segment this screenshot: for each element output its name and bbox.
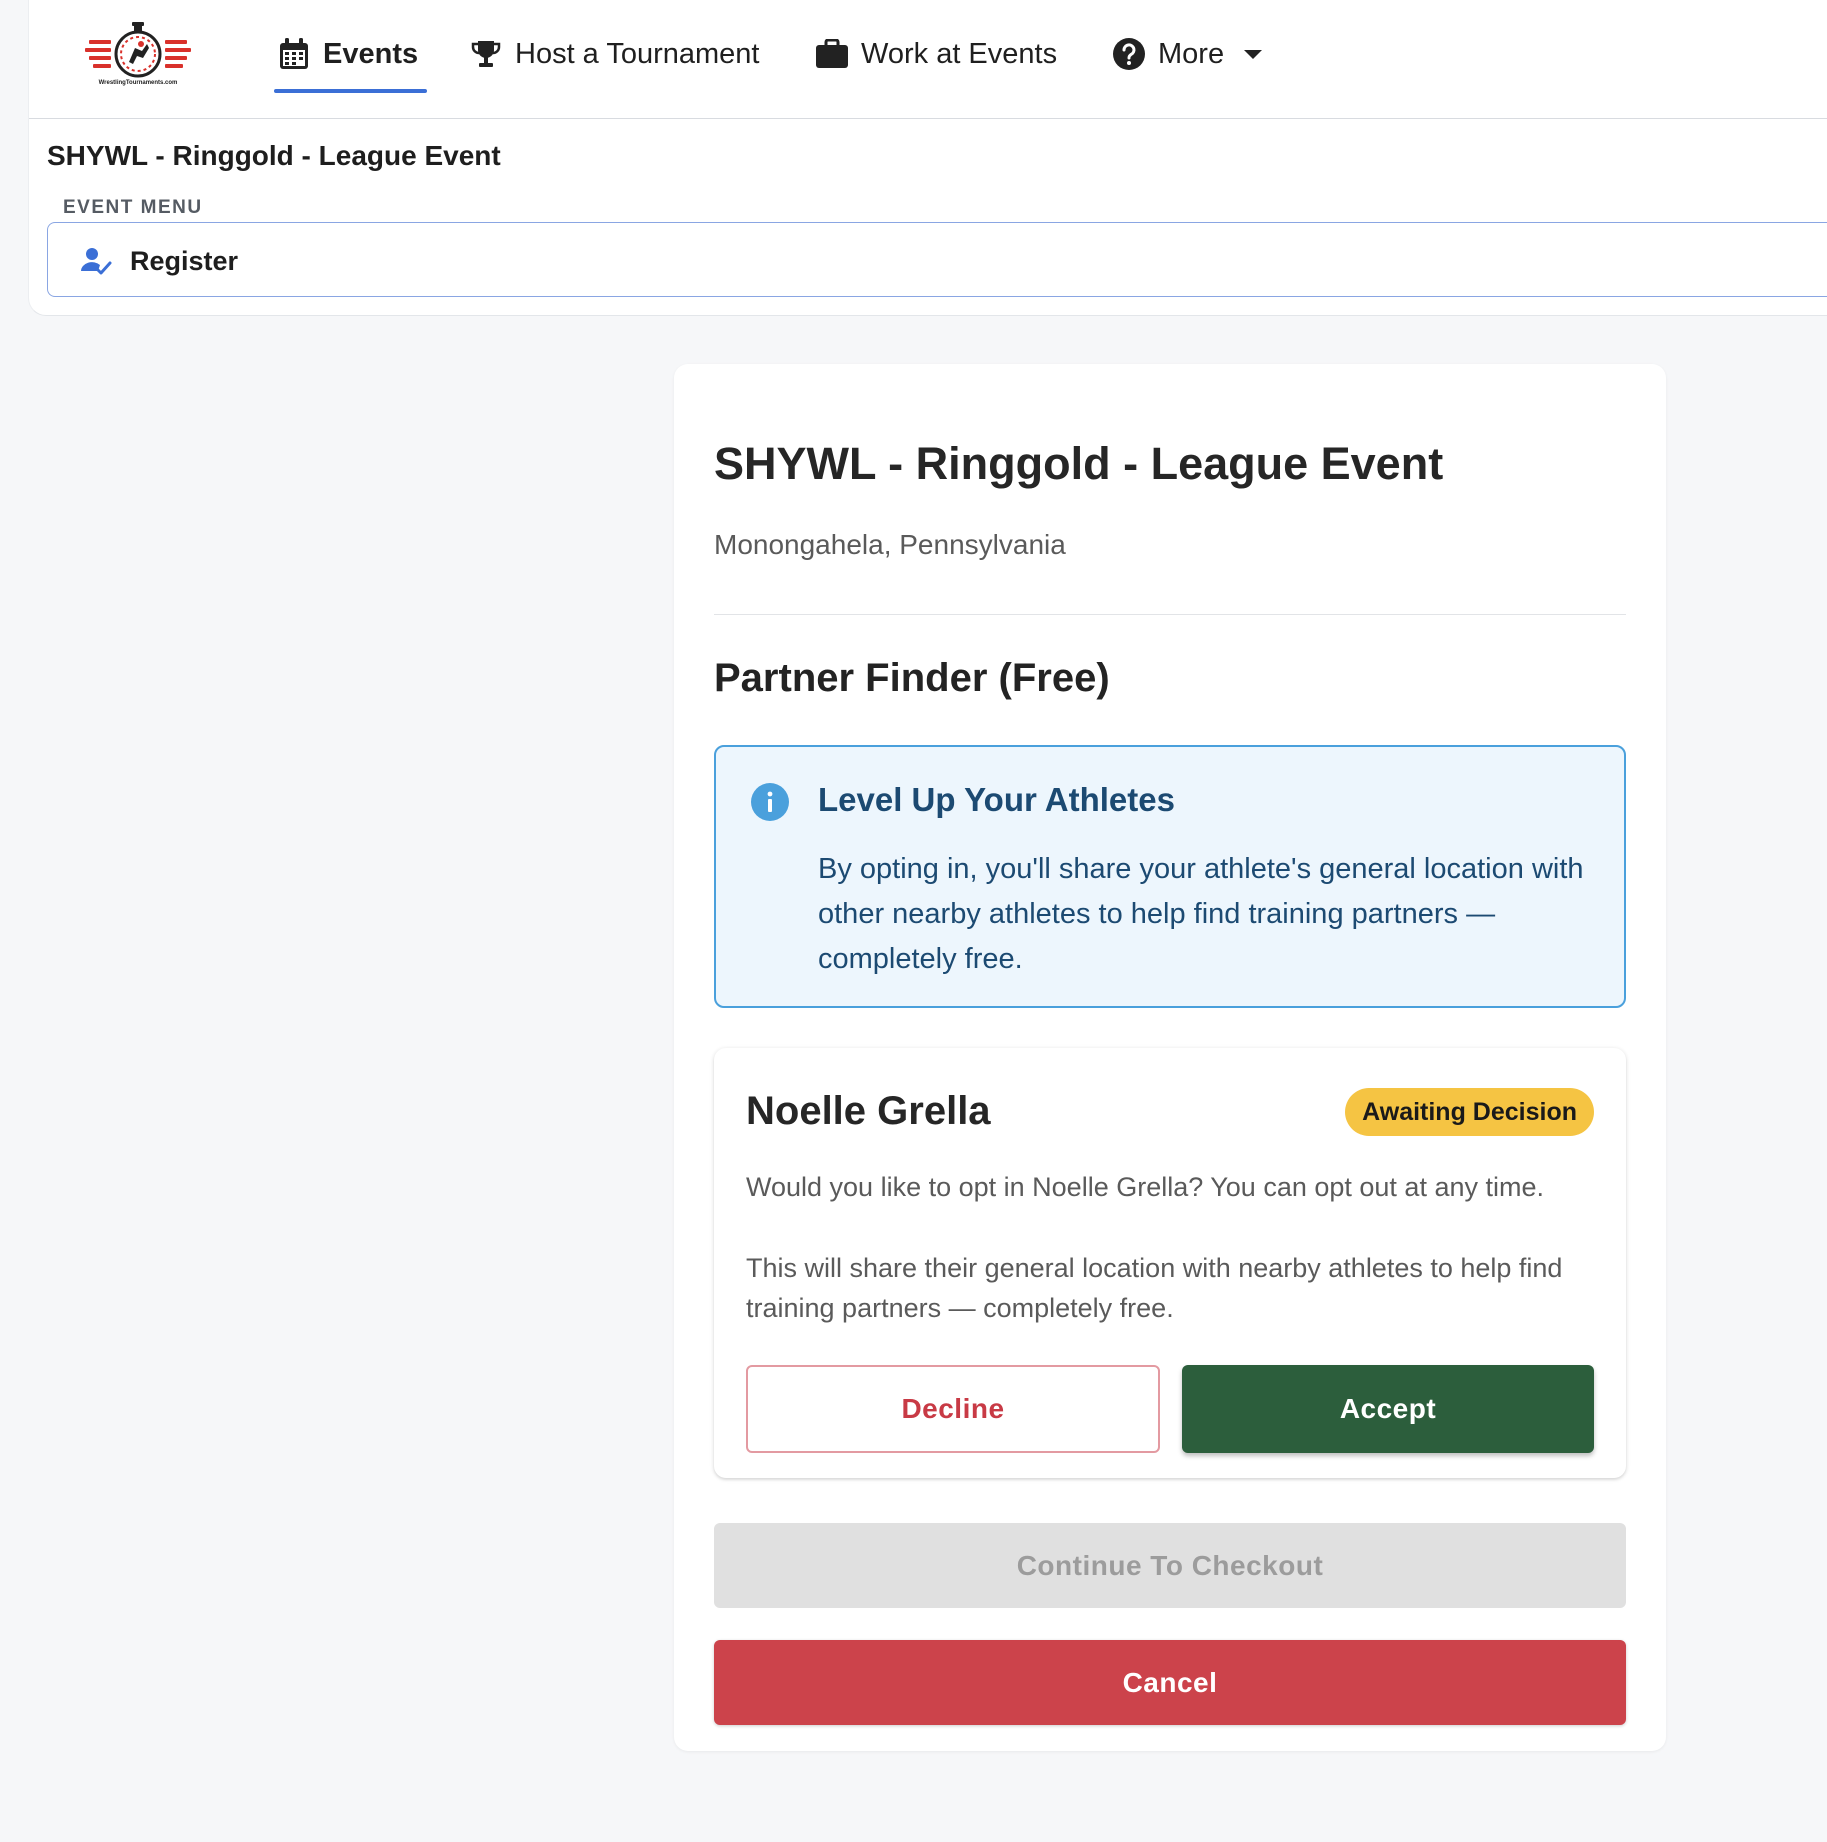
trophy-icon: [469, 37, 503, 71]
info-title: Level Up Your Athletes: [818, 781, 1175, 818]
event-menu: Register: [47, 222, 1827, 297]
decline-button[interactable]: Decline: [746, 1365, 1160, 1453]
opt-in-note: This will share their general location w…: [746, 1253, 1563, 1323]
info-icon: [750, 782, 790, 822]
calendar-icon: [277, 37, 311, 71]
nav-host-label: Host a Tournament: [515, 37, 760, 70]
site-logo[interactable]: WrestlingTournaments.com: [79, 18, 199, 88]
event-menu-label: EVENT MENU: [63, 197, 203, 218]
active-tab-indicator: [274, 89, 427, 93]
page-title: SHYWL - Ringgold - League Event: [714, 438, 1444, 489]
section-title: Partner Finder (Free): [714, 656, 1110, 700]
divider: [714, 614, 1626, 615]
nav-more-label: More: [1158, 37, 1225, 70]
athlete-opt-in-card: Noelle Grella Awaiting Decision Would yo…: [714, 1048, 1626, 1478]
info-text: By opting in, you'll share your athlete'…: [818, 853, 1584, 975]
nav-events[interactable]: Events: [277, 28, 418, 80]
status-badge: Awaiting Decision: [1345, 1088, 1594, 1136]
chevron-down-icon: [1244, 49, 1263, 59]
athlete-name: Noelle Grella: [746, 1089, 991, 1133]
nav-host-tournament[interactable]: Host a Tournament: [469, 28, 760, 80]
nav-more-dropdown[interactable]: More: [1112, 28, 1263, 80]
registration-card: SHYWL - Ringgold - League Event Monongah…: [674, 364, 1666, 1751]
nav-work-at-events[interactable]: Work at Events: [815, 28, 1057, 80]
opt-in-question: Would you like to opt in Noelle Grella? …: [746, 1172, 1544, 1202]
event-title: SHYWL - Ringgold - League Event: [47, 140, 501, 171]
info-alert: Level Up Your Athletes By opting in, you…: [714, 745, 1626, 1008]
top-navigation: WrestlingTournaments.com Events Host a T…: [29, 0, 1827, 119]
help-circle-icon: [1112, 37, 1146, 71]
accept-button[interactable]: Accept: [1182, 1365, 1594, 1453]
event-location: Monongahela, Pennsylvania: [714, 529, 1066, 560]
logo-graphic: WrestlingTournaments.com: [85, 22, 191, 86]
continue-to-checkout-button[interactable]: Continue To Checkout: [714, 1523, 1626, 1608]
nav-events-label: Events: [323, 37, 419, 70]
nav-work-label: Work at Events: [861, 37, 1058, 70]
cancel-button[interactable]: Cancel: [714, 1640, 1626, 1725]
event-menu-register[interactable]: Register: [80, 241, 238, 281]
svg-text:WrestlingTournaments.com: WrestlingTournaments.com: [99, 80, 178, 86]
briefcase-icon: [815, 37, 849, 71]
site-header: WrestlingTournaments.com Events Host a T…: [28, 0, 1827, 316]
user-check-icon: [80, 245, 112, 277]
register-label: Register: [130, 245, 239, 276]
